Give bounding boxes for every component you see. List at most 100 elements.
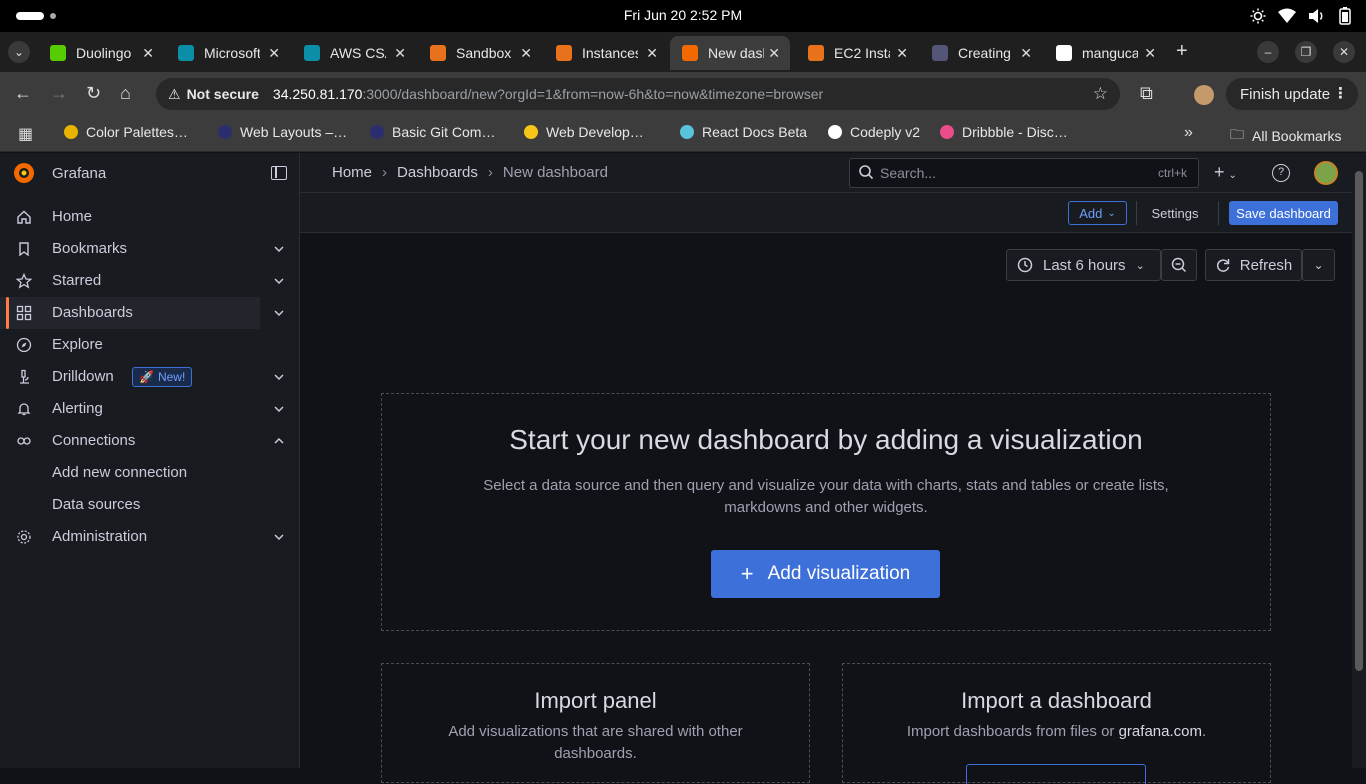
- bookmark-icon: [16, 241, 32, 257]
- user-avatar[interactable]: [1314, 161, 1338, 185]
- security-label[interactable]: Not secure: [187, 86, 259, 102]
- bookmark-item[interactable]: Web Layouts –…: [218, 124, 347, 140]
- search-input[interactable]: Search... ctrl+k: [849, 158, 1199, 188]
- zoom-out-icon: [1171, 257, 1187, 273]
- sidebar-item-label: Starred: [52, 272, 102, 289]
- upload-dashboard-button[interactable]: [966, 764, 1146, 784]
- dashboard-toolbar: Add ⌄ Settings Save dashboard: [300, 193, 1352, 233]
- close-tab-icon[interactable]: ✕: [394, 45, 406, 62]
- dock-menu-icon[interactable]: [271, 166, 287, 180]
- browser-tab[interactable]: Creating ✕: [920, 36, 1042, 70]
- search-icon: [858, 164, 874, 180]
- close-tab-icon[interactable]: ✕: [1144, 45, 1156, 62]
- apps-grid-icon[interactable]: ▦: [18, 124, 33, 144]
- page-scrollbar[interactable]: [1352, 153, 1366, 768]
- bookmark-favicon-icon: [64, 125, 78, 139]
- bookmark-favicon-icon: [370, 125, 384, 139]
- reload-icon[interactable]: ↻: [86, 84, 101, 102]
- home-page-icon[interactable]: ⌂: [120, 84, 131, 102]
- close-tab-icon[interactable]: ✕: [142, 45, 154, 62]
- address-bar[interactable]: ⚠ Not secure 34.250.81.170 :3000/dashboa…: [156, 78, 1120, 110]
- breadcrumb-dashboards[interactable]: Dashboards: [397, 164, 478, 181]
- sidebar-item[interactable]: Connections: [0, 425, 300, 457]
- browser-tab[interactable]: EC2 Instance ✕: [796, 36, 918, 70]
- chevron-down-icon[interactable]: [272, 402, 286, 416]
- tab-search-button[interactable]: ⌄: [8, 41, 30, 63]
- minimize-button[interactable]: –: [1257, 41, 1279, 63]
- close-tab-icon[interactable]: ✕: [268, 45, 280, 62]
- sidebar-item[interactable]: Explore: [0, 329, 300, 361]
- browser-tab[interactable]: Instances ✕: [544, 36, 668, 70]
- sidebar-item[interactable]: Alerting: [0, 393, 300, 425]
- time-range-picker[interactable]: Last 6 hours ⌄: [1006, 249, 1161, 281]
- bookmark-label: Basic Git Com…: [392, 124, 496, 140]
- forward-icon[interactable]: →: [50, 84, 68, 102]
- back-icon[interactable]: ←: [14, 84, 32, 102]
- breadcrumb-home[interactable]: Home: [332, 164, 372, 181]
- extensions-icon[interactable]: ⧉: [1140, 84, 1153, 102]
- finish-update-button[interactable]: Finish update ⋮: [1226, 78, 1358, 110]
- sidebar-item[interactable]: Home: [0, 201, 300, 233]
- volume-icon: [1309, 9, 1323, 23]
- refresh-button[interactable]: Refresh: [1205, 249, 1302, 281]
- close-window-button[interactable]: ✕: [1333, 41, 1355, 63]
- add-visualization-button[interactable]: + Add visualization: [711, 550, 940, 598]
- bookmark-star-icon[interactable]: ☆: [1093, 84, 1108, 104]
- all-bookmarks-folder[interactable]: 🗀 All Bookmarks: [1230, 124, 1341, 148]
- bookmark-item[interactable]: Codeply v2: [828, 124, 920, 140]
- bookmark-item[interactable]: Color Palettes…: [64, 124, 188, 140]
- chevron-down-icon[interactable]: [272, 530, 286, 544]
- bookmark-item[interactable]: Web Develop…: [524, 124, 644, 140]
- browser-tab[interactable]: Microsoft ✕: [166, 36, 290, 70]
- browser-tab[interactable]: Sandbox ✕: [418, 36, 542, 70]
- sidebar-item[interactable]: Add new connection: [0, 457, 300, 489]
- zoom-out-button[interactable]: [1161, 249, 1197, 281]
- chevron-down-icon[interactable]: [272, 242, 286, 256]
- close-tab-icon[interactable]: ✕: [768, 45, 780, 62]
- bookmark-item[interactable]: Dribbble - Disc…: [940, 124, 1068, 140]
- browser-tab[interactable]: AWS CSA ✕: [292, 36, 416, 70]
- grafana-sidebar: Grafana Home Bookmarks Starred Dashboards Ex…: [0, 153, 300, 768]
- help-icon[interactable]: ?: [1272, 164, 1290, 182]
- refresh-interval-dropdown[interactable]: ⌄: [1302, 249, 1335, 281]
- grafana-logo-icon[interactable]: [12, 161, 36, 185]
- chevron-up-icon[interactable]: [272, 434, 286, 448]
- close-tab-icon[interactable]: ✕: [520, 45, 532, 62]
- browser-tab[interactable]: manguca ✕: [1044, 36, 1166, 70]
- sidebar-item[interactable]: Bookmarks: [0, 233, 300, 265]
- tab-favicon-icon: [556, 45, 572, 61]
- close-tab-icon[interactable]: ✕: [896, 45, 908, 62]
- scrollbar-thumb[interactable]: [1355, 171, 1363, 671]
- sidebar-item[interactable]: Drilldown 🚀 New!: [0, 361, 300, 393]
- tab-favicon-icon: [1056, 45, 1072, 61]
- sidebar-item[interactable]: Data sources: [0, 489, 300, 521]
- more-bookmarks-icon[interactable]: »: [1184, 124, 1193, 142]
- profile-avatar[interactable]: [1194, 85, 1214, 105]
- chevron-down-icon[interactable]: [272, 306, 286, 320]
- settings-button[interactable]: Settings: [1146, 201, 1204, 225]
- close-tab-icon[interactable]: ✕: [1020, 45, 1032, 62]
- breadcrumb-current: New dashboard: [502, 164, 608, 181]
- system-clock[interactable]: Fri Jun 20 2:52 PM: [0, 7, 1366, 23]
- chevron-down-icon[interactable]: [272, 274, 286, 288]
- browser-tab[interactable]: New dashboard✕: [670, 36, 790, 70]
- chevron-down-icon[interactable]: [272, 370, 286, 384]
- new-menu-button[interactable]: + ⌄: [1214, 162, 1237, 183]
- new-tab-button[interactable]: +: [1176, 40, 1188, 63]
- sidebar-item[interactable]: Dashboards: [0, 297, 284, 329]
- sidebar-item[interactable]: Administration: [0, 521, 300, 553]
- close-tab-icon[interactable]: ✕: [646, 45, 658, 62]
- sidebar-item-label: Administration: [52, 528, 148, 545]
- browser-tab[interactable]: Duolingo ✕: [38, 36, 164, 70]
- save-dashboard-button[interactable]: Save dashboard: [1229, 201, 1338, 225]
- restore-button[interactable]: ❐: [1295, 41, 1317, 63]
- import-dashboard-title: Import a dashboard: [961, 688, 1152, 713]
- sidebar-item-label: Alerting: [52, 400, 103, 417]
- add-button[interactable]: Add ⌄: [1068, 201, 1127, 225]
- sidebar-item[interactable]: Starred: [0, 265, 300, 297]
- chevron-down-icon: ⌄: [1107, 207, 1116, 219]
- bookmark-item[interactable]: React Docs Beta: [680, 124, 807, 140]
- bookmark-item[interactable]: Basic Git Com…: [370, 124, 495, 140]
- system-tray[interactable]: [1250, 7, 1352, 25]
- grafana-com-link[interactable]: grafana.com: [1119, 723, 1202, 740]
